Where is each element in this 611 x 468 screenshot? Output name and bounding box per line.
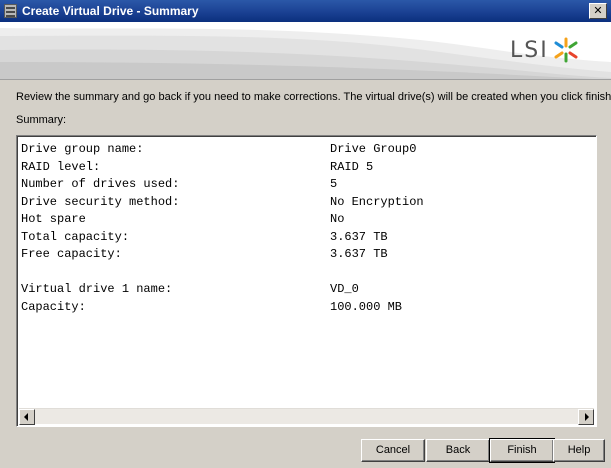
summary-row: Virtual drive 1 name: VD_0 — [21, 281, 592, 299]
summary-row: Capacity: 100.000 MB — [21, 299, 592, 317]
summary-row-label: Number of drives used: — [21, 177, 180, 191]
summary-label: Summary: — [16, 114, 67, 126]
summary-row-label: Virtual drive 1 name: — [21, 282, 173, 296]
logo-text: LSI — [510, 37, 549, 63]
summary-row — [21, 264, 592, 282]
summary-row-value: Drive Group0 — [330, 142, 417, 156]
summary-row-value: 100.000 MB — [330, 299, 403, 314]
scroll-right-button[interactable] — [578, 409, 594, 425]
summary-row-label: Drive security method: — [21, 194, 180, 209]
title-bar: Create Virtual Drive - Summary ✕ — [0, 0, 611, 22]
summary-row-value: 3.637 TB — [330, 247, 388, 261]
back-button[interactable]: Back — [426, 439, 490, 462]
summary-row-value: No Encryption — [330, 194, 424, 209]
instructions-text: Review the summary and go back if you ne… — [16, 91, 611, 103]
summary-row-label: Drive group name: — [21, 142, 144, 156]
help-button[interactable]: Help — [553, 439, 605, 462]
summary-row-label: RAID level: — [21, 159, 101, 174]
header-banner: LSI — [0, 22, 611, 80]
summary-row-label: Free capacity: — [21, 247, 122, 261]
summary-rows: Drive group name: Drive Group0 RAID level:… — [21, 141, 592, 316]
summary-row-label: Hot spare — [21, 212, 86, 226]
summary-row-label: Total capacity: — [21, 229, 130, 244]
summary-row-label: Capacity: — [21, 299, 86, 314]
finish-button[interactable]: Finish — [489, 438, 555, 463]
summary-row: Hot spare No — [21, 211, 592, 229]
summary-text-area[interactable]: Drive group name: Drive Group0 RAID level:… — [16, 135, 597, 427]
lsi-star-icon — [554, 37, 578, 63]
window-title: Create Virtual Drive - Summary — [22, 4, 199, 18]
summary-row-value: VD_0 — [330, 282, 359, 296]
summary-row: RAID level: RAID 5 — [21, 159, 592, 177]
window-app-icon — [4, 4, 17, 18]
close-button[interactable]: ✕ — [589, 3, 607, 19]
summary-row-value: 3.637 TB — [330, 229, 388, 244]
scroll-left-button[interactable] — [19, 409, 35, 425]
summary-row: Free capacity: 3.637 TB — [21, 246, 592, 264]
summary-row: Total capacity: 3.637 TB — [21, 229, 592, 247]
close-icon: ✕ — [593, 4, 603, 17]
summary-row: Drive group name: Drive Group0 — [21, 141, 592, 159]
cancel-button[interactable]: Cancel — [361, 439, 425, 462]
arrow-right-icon — [585, 413, 589, 421]
horizontal-scrollbar[interactable] — [19, 408, 594, 425]
lsi-logo: LSI — [510, 36, 579, 64]
arrow-left-icon — [24, 413, 28, 421]
summary-row-value: No — [330, 212, 345, 226]
summary-row: Drive security method: No Encryption — [21, 194, 592, 212]
summary-row-value: 5 — [330, 177, 338, 191]
summary-row-value: RAID 5 — [330, 159, 374, 174]
summary-row: Number of drives used: 5 — [21, 176, 592, 194]
